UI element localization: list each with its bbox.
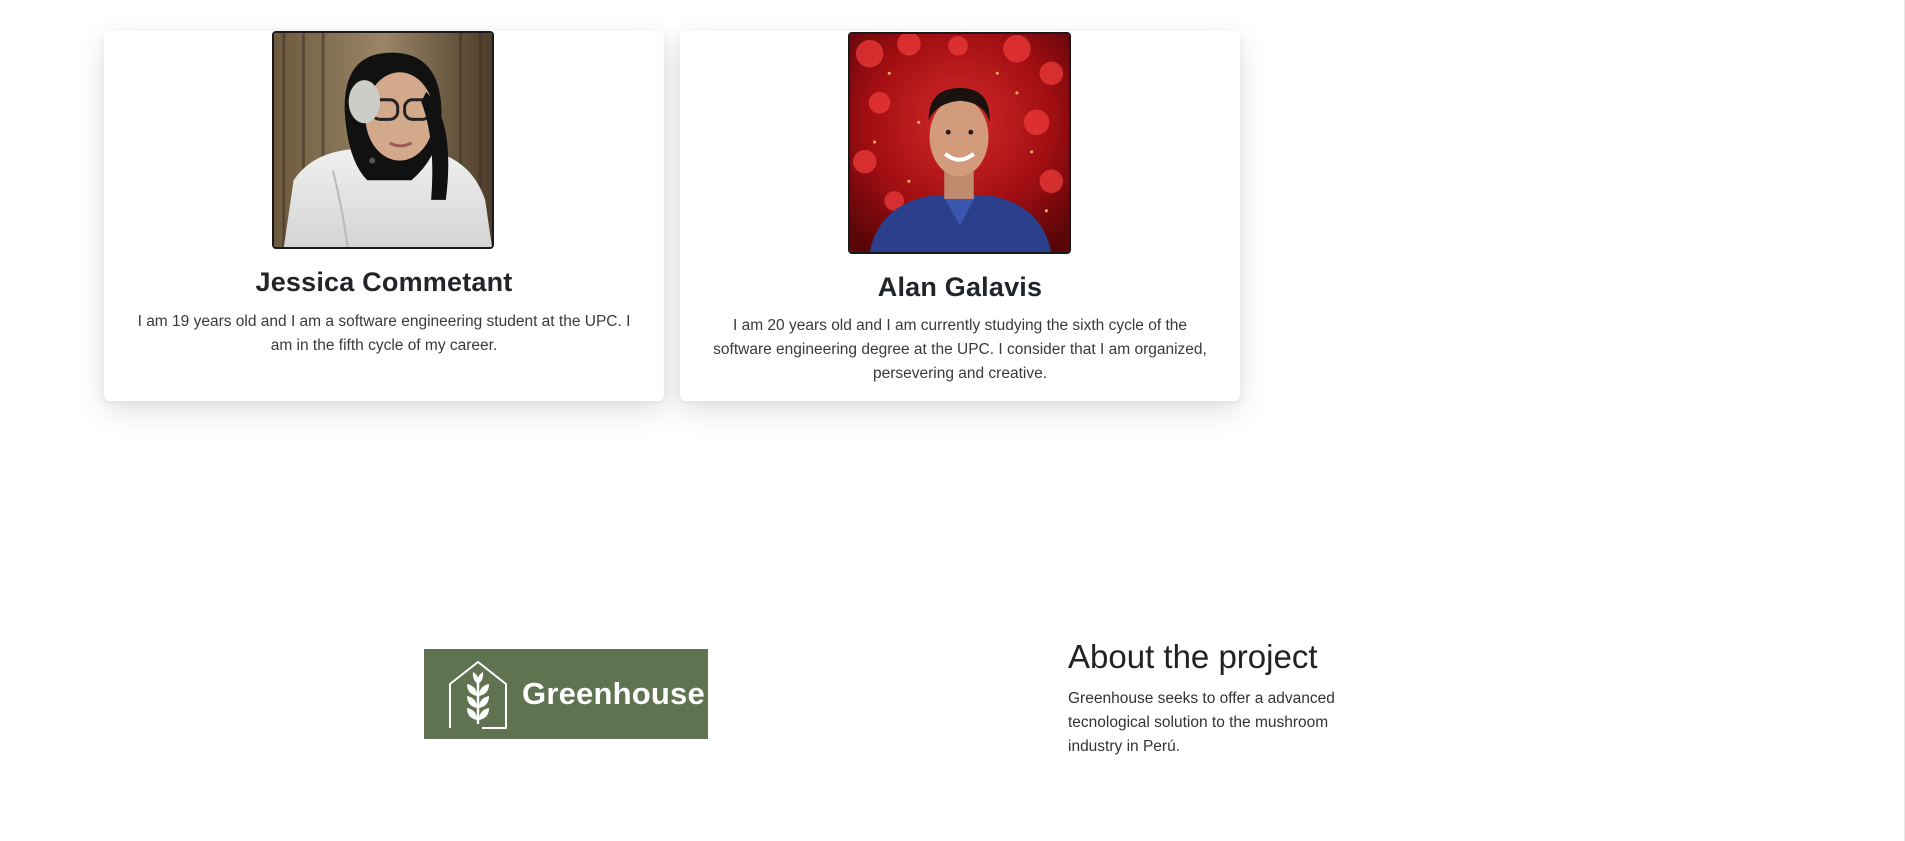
team-member-card-alan: Alan Galavis I am 20 years old and I am … <box>680 31 1240 401</box>
avatar-jessica <box>272 31 494 249</box>
team-member-bio: I am 19 years old and I am a software en… <box>137 313 631 354</box>
team-member-name: Alan Galavis <box>877 272 1043 302</box>
avatar-alan <box>848 32 1071 254</box>
team-member-name: Jessica Commetant <box>255 267 513 297</box>
greenhouse-wheat-icon <box>449 661 507 729</box>
team-member-card-jessica: Jessica Commetant I am 19 years old and … <box>104 31 664 401</box>
logo-text: Greenhouse <box>522 676 705 711</box>
about-description: Greenhouse seeks to offer a advanced tec… <box>1068 690 1335 755</box>
team-member-bio: I am 20 years old and I am currently stu… <box>713 317 1207 382</box>
about-title: About the project <box>1068 638 1318 675</box>
greenhouse-logo: Greenhouse <box>424 649 708 739</box>
